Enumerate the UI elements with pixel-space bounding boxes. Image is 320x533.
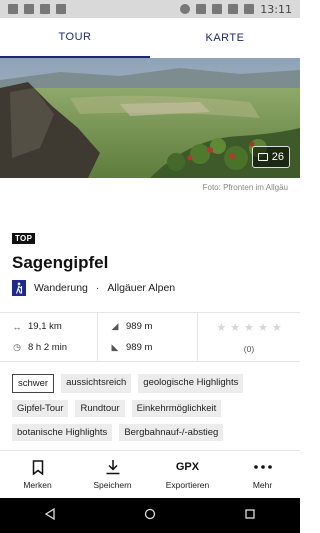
- tag-item: Einkehrmöglichkeit: [131, 400, 222, 417]
- play-icon: [56, 4, 66, 14]
- separator: ·: [95, 282, 100, 294]
- photo-credit: Foto: Pfronten im Allgäu: [202, 183, 288, 192]
- action-bar: Merken Speichern GPX Exportieren Mehr: [0, 450, 300, 498]
- image-icon: [24, 4, 34, 14]
- wifi-icon: [212, 4, 223, 14]
- home-icon[interactable]: [144, 507, 156, 525]
- star-icon: ★: [216, 321, 227, 334]
- merken-label: Merken: [23, 480, 52, 490]
- mehr-label: Mehr: [252, 480, 273, 490]
- distance-icon: ↔: [12, 321, 22, 332]
- stats-elevation: ◢ 989 m ◣ 989 m: [98, 313, 198, 361]
- exportieren-button[interactable]: GPX Exportieren: [150, 451, 225, 498]
- speichern-label: Speichern: [93, 480, 132, 490]
- distance-value: 19,1 km: [28, 321, 62, 332]
- tag-list: schwer aussichtsreich geologische Highli…: [12, 374, 292, 441]
- hiker-icon: [12, 280, 26, 296]
- tour-stats: ↔ 19,1 km ◷ 8 h 2 min ◢ 989 m ◣ 989 m ★ …: [0, 312, 300, 362]
- back-icon[interactable]: [44, 507, 56, 525]
- mehr-button[interactable]: Mehr: [225, 451, 300, 498]
- rating-stars[interactable]: ★ ★ ★ ★ ★: [216, 321, 281, 334]
- tag-item: Rundtour: [75, 400, 125, 417]
- duration-row: ◷ 8 h 2 min: [12, 342, 97, 353]
- tour-region: Allgäuer Alpen: [107, 282, 176, 294]
- tag-difficulty: schwer: [12, 374, 55, 393]
- tour-type-row: Wanderung · Allgäuer Alpen: [12, 280, 175, 296]
- tab-karte[interactable]: KARTE: [150, 18, 300, 58]
- ascent-row: ◢ 989 m: [110, 321, 197, 332]
- system-nav-bar: [0, 498, 300, 533]
- location-icon: [180, 4, 191, 14]
- descent-icon: ◣: [111, 342, 119, 352]
- gmail-icon: [8, 4, 18, 14]
- gpx-icon: GPX: [175, 461, 200, 473]
- tag-item: Bergbahnauf-/-abstieg: [119, 424, 224, 441]
- star-icon: ★: [244, 321, 254, 334]
- distance-row: ↔ 19,1 km: [12, 321, 97, 332]
- bookmark-icon: [32, 459, 44, 475]
- page-title: Sagengipfel: [12, 253, 109, 272]
- tour-category: Wanderung: [34, 282, 88, 294]
- more-dots-icon: [253, 459, 272, 475]
- tag-item: botanische Highlights: [12, 424, 113, 441]
- clock-icon: ◷: [13, 342, 21, 352]
- star-icon: ★: [230, 321, 241, 334]
- tag-item: geologische Highlights: [138, 374, 244, 393]
- sim-icon: [40, 4, 50, 14]
- system-icons: 13:11: [180, 3, 292, 16]
- ascent-value: 989 m: [126, 321, 153, 332]
- tab-bar: TOUR KARTE: [0, 18, 300, 58]
- battery-icon: [244, 4, 255, 14]
- recents-icon[interactable]: [244, 507, 256, 525]
- status-bar: 13:11: [0, 0, 300, 18]
- tag-item: aussichtsreich: [61, 374, 132, 393]
- download-icon: [105, 459, 121, 475]
- hero-image[interactable]: 26: [0, 58, 300, 178]
- stats-distance-duration: ↔ 19,1 km ◷ 8 h 2 min: [0, 313, 98, 361]
- speichern-button[interactable]: Speichern: [75, 451, 150, 498]
- rating-count: (0): [243, 343, 255, 354]
- status-time: 13:11: [260, 2, 292, 16]
- top-badge: TOP: [12, 233, 36, 244]
- gallery-icon: [257, 153, 268, 161]
- star-icon: ★: [271, 321, 282, 334]
- star-icon: ★: [257, 321, 268, 334]
- notification-icons: [8, 4, 66, 14]
- stats-rating[interactable]: ★ ★ ★ ★ ★ (0): [198, 313, 300, 361]
- signal-icon: [228, 4, 239, 14]
- descent-value: 989 m: [126, 342, 153, 353]
- ascent-icon: ◢: [111, 321, 119, 331]
- gallery-count: 26: [271, 151, 284, 163]
- duration-value: 8 h 2 min: [28, 342, 68, 353]
- descent-row: ◣ 989 m: [110, 342, 197, 353]
- merken-button[interactable]: Merken: [0, 451, 75, 498]
- gallery-count-badge[interactable]: 26: [251, 146, 290, 168]
- exportieren-label: Exportieren: [165, 480, 210, 490]
- vibrate-icon: [196, 4, 207, 14]
- tag-item: Gipfel-Tour: [12, 400, 69, 417]
- tab-tour[interactable]: TOUR: [0, 18, 150, 58]
